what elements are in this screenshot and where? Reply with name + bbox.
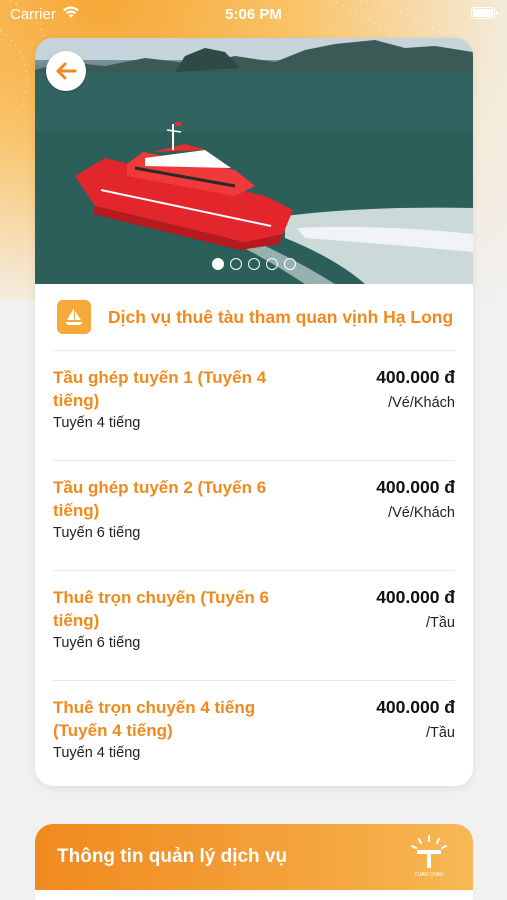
ticket-list: Tầu ghép tuyến 1 (Tuyến 4 tiếng) Tuyến 4… — [53, 350, 455, 786]
item-duration: Tuyến 6 tiếng — [53, 525, 141, 541]
service-info-card[interactable]: Thông tin quản lý dịch vụ TUAN CHAU — [35, 824, 473, 900]
service-card: Dịch vụ thuê tàu tham quan vịnh Hạ Long … — [35, 38, 473, 786]
item-unit: /Tầu — [425, 725, 455, 741]
carousel-dot[interactable] — [230, 258, 242, 270]
item-price: 400.000 đ — [376, 367, 455, 387]
logo-text: TUAN CHAU — [414, 872, 444, 878]
item-unit: /Vé/Khách — [388, 395, 455, 411]
brand-logo: TUAN CHAU — [407, 834, 451, 880]
service-title: Dịch vụ thuê tàu tham quan vịnh Hạ Long — [108, 306, 454, 327]
status-time: 5:06 PM — [225, 6, 282, 23]
list-item[interactable]: Tầu ghép tuyến 1 (Tuyến 4 tiếng) Tuyến 4… — [53, 350, 455, 460]
boat-image — [35, 38, 473, 284]
arrow-left-icon — [56, 62, 77, 80]
item-price: 400.000 đ — [376, 697, 455, 717]
item-unit: /Vé/Khách — [388, 505, 455, 521]
item-price: 400.000 đ — [376, 587, 455, 607]
item-duration: Tuyến 4 tiếng — [53, 415, 141, 431]
hero-image-carousel[interactable] — [35, 38, 473, 284]
back-button[interactable] — [46, 51, 86, 91]
sailboat-icon — [57, 300, 91, 334]
item-duration: Tuyến 6 tiếng — [53, 635, 141, 651]
battery-icon — [471, 7, 498, 19]
item-duration: Tuyến 4 tiếng — [53, 745, 141, 761]
item-unit: /Tầu — [425, 615, 455, 631]
list-item[interactable]: Tầu ghép tuyến 2 (Tuyến 6 tiếng) Tuyến 6… — [53, 460, 455, 570]
status-bar: Carrier 5:06 PM — [0, 0, 507, 28]
service-info-title: Thông tin quản lý dịch vụ — [57, 846, 288, 867]
carousel-dots — [35, 258, 473, 270]
service-header: Dịch vụ thuê tàu tham quan vịnh Hạ Long — [57, 300, 453, 334]
service-info-header: Thông tin quản lý dịch vụ TUAN CHAU — [35, 824, 473, 890]
carousel-dot[interactable] — [248, 258, 260, 270]
carousel-dot[interactable] — [266, 258, 278, 270]
list-item[interactable]: Thuê trọn chuyến 4 tiếng (Tuyến 4 tiếng)… — [53, 680, 455, 786]
item-name: Tầu ghép tuyến 1 (Tuyến 4 tiếng) — [53, 368, 267, 410]
carousel-dot[interactable] — [212, 258, 224, 270]
item-price: 400.000 đ — [376, 477, 455, 497]
item-name: Thuê trọn chuyến 4 tiếng (Tuyến 4 tiếng) — [53, 698, 256, 740]
item-name: Tầu ghép tuyến 2 (Tuyến 6 tiếng) — [53, 478, 267, 520]
carousel-dot[interactable] — [284, 258, 296, 270]
item-name: Thuê trọn chuyến (Tuyến 6 tiếng) — [53, 588, 269, 630]
list-item[interactable]: Thuê trọn chuyến (Tuyến 6 tiếng) Tuyến 6… — [53, 570, 455, 680]
